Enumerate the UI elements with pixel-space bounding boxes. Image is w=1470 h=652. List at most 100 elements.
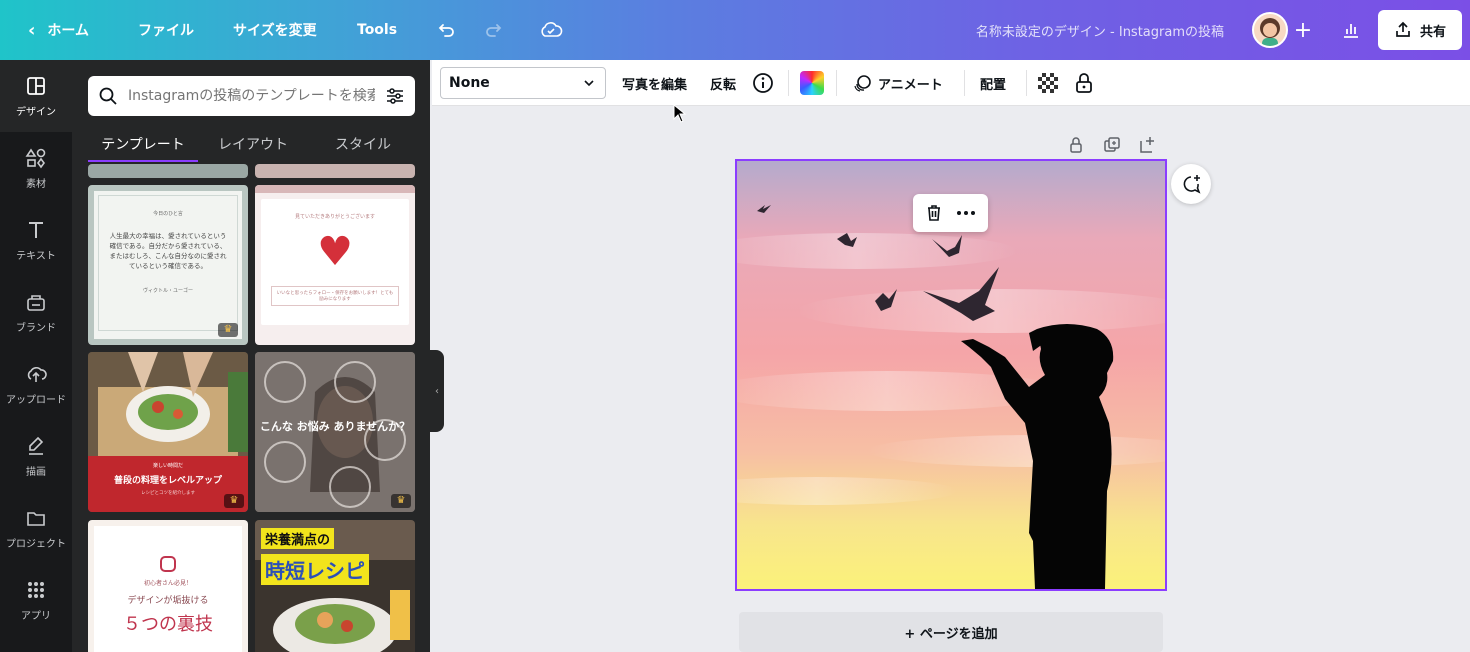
template-thumb-recipe[interactable]: 栄養満点の 時短レシピ: [255, 520, 415, 652]
transparency-icon[interactable]: [1038, 60, 1058, 106]
add-comment-button[interactable]: [1171, 164, 1211, 204]
search-input[interactable]: [128, 88, 375, 104]
template-text: 人生最大の幸福は、愛されているという確信である。自分だから愛されている、またはむ…: [109, 232, 227, 270]
rail-item-projects[interactable]: プロジェクト: [0, 492, 72, 564]
document-title[interactable]: 名称未設定のデザイン - Instagramの投稿: [976, 0, 1224, 60]
tab-templates[interactable]: テンプレート: [88, 126, 198, 162]
analytics-icon[interactable]: [1336, 15, 1366, 45]
flip-button[interactable]: 反転: [710, 60, 736, 106]
template-text: 普段の料理をレベルアップ: [113, 476, 222, 486]
rail-label: アップロード: [6, 394, 66, 406]
context-toolbar: None 写真を編集 反転 アニメート 配置: [432, 60, 1470, 106]
crown-icon: ♛: [391, 494, 411, 508]
template-thumb[interactable]: [88, 164, 248, 178]
avatar[interactable]: [1252, 12, 1288, 48]
share-icon: [1396, 21, 1410, 37]
font-select[interactable]: None: [440, 67, 606, 99]
color-picker[interactable]: [800, 60, 824, 106]
template-thumb-tips[interactable]: 初心者さん必見！ デザインが垢抜ける ５つの裏技: [88, 520, 248, 652]
collapse-panel-handle[interactable]: ‹: [430, 350, 444, 432]
file-menu[interactable]: ファイル: [138, 0, 194, 60]
divider: [964, 70, 965, 96]
template-text: 楽しい時間だ: [152, 463, 183, 469]
crown-icon: ♛: [218, 323, 238, 337]
template-text: 今日のひと言: [153, 211, 183, 217]
template-text: こんな お悩み ありませんか？: [259, 420, 411, 433]
template-thumb-heart[interactable]: 見ていただきありがとうございます ♥ いいなと思ったらフォロー・保存をお願いしま…: [255, 185, 415, 345]
redo-icon[interactable]: [478, 15, 508, 45]
tab-styles[interactable]: スタイル: [308, 126, 418, 162]
resize-menu[interactable]: サイズを変更: [233, 0, 317, 60]
rail-item-text[interactable]: テキスト: [0, 204, 72, 276]
filter-icon[interactable]: [385, 86, 405, 106]
rail-label: 素材: [26, 178, 46, 190]
template-thumb-quote[interactable]: 今日のひと言 人生最大の幸福は、愛されているという確信である。自分だから愛されて…: [88, 185, 248, 345]
chevron-left-icon: ‹: [28, 19, 36, 41]
templates-panel: テンプレート レイアウト スタイル 今日のひと言 人生最大の幸福は、愛されている…: [72, 60, 430, 652]
divider: [1026, 70, 1027, 96]
layout-icon: [27, 76, 45, 95]
rail-label: プロジェクト: [6, 538, 66, 550]
add-page-icon[interactable]: [1138, 135, 1158, 155]
home-button[interactable]: ‹ ホーム: [28, 0, 89, 60]
brand-icon: [27, 294, 45, 311]
rail-label: ブランド: [16, 322, 56, 334]
shapes-icon: [25, 148, 46, 168]
plus-icon[interactable]: +: [1288, 15, 1318, 45]
rail-item-apps[interactable]: アプリ: [0, 564, 72, 636]
chevron-down-icon: [584, 80, 594, 87]
template-text: デザインが垢抜ける: [127, 596, 209, 606]
rail-label: デザイン: [16, 106, 56, 118]
info-icon[interactable]: [752, 60, 774, 106]
edit-photo-button[interactable]: 写真を編集: [622, 60, 687, 106]
undo-icon[interactable]: [432, 15, 462, 45]
lock-page-icon[interactable]: [1066, 135, 1086, 155]
rail-item-brand[interactable]: ブランド: [0, 276, 72, 348]
lock-icon[interactable]: [1074, 60, 1094, 106]
template-text: ５つの裏技: [123, 614, 213, 635]
template-search[interactable]: [88, 76, 415, 116]
more-options-icon[interactable]: [955, 203, 977, 223]
template-thumb[interactable]: [255, 164, 415, 178]
rail-item-elements[interactable]: 素材: [0, 132, 72, 204]
tools-menu[interactable]: Tools: [357, 0, 397, 60]
template-text: 時短レシピ: [261, 554, 369, 585]
position-button[interactable]: 配置: [980, 60, 1006, 106]
rail-label: アプリ: [21, 610, 51, 622]
cloud-saved-icon[interactable]: [536, 15, 566, 45]
instagram-icon: [160, 556, 176, 572]
template-text: 初心者さん必見！: [143, 580, 192, 587]
rail-item-draw[interactable]: 描画: [0, 420, 72, 492]
template-thumb-worries[interactable]: こんな お悩み ありませんか？ ♛: [255, 352, 415, 512]
element-quick-actions: [913, 194, 988, 232]
add-page-button[interactable]: + ページを追加: [739, 612, 1163, 652]
animate-button[interactable]: アニメート: [852, 60, 943, 106]
rail-item-design[interactable]: デザイン: [0, 60, 72, 132]
tab-layouts[interactable]: レイアウト: [198, 126, 308, 162]
chevron-left-icon: ‹: [435, 385, 439, 397]
text-icon: [29, 221, 43, 238]
rail-item-uploads[interactable]: アップロード: [0, 348, 72, 420]
share-button[interactable]: 共有: [1378, 10, 1462, 50]
template-text: ヴィクトル・ユーゴー: [142, 288, 193, 294]
search-icon: [99, 87, 117, 105]
apps-icon: [28, 581, 44, 598]
animate-icon: [854, 75, 871, 92]
top-bar: ‹ ホーム ファイル サイズを変更 Tools 名称未設定のデザイン - Ins…: [0, 0, 1470, 60]
template-text: 見ていただきありがとうございます: [294, 214, 375, 220]
crown-icon: ♛: [224, 494, 244, 508]
folder-icon: [27, 511, 45, 526]
heart-icon: ♥: [317, 229, 353, 275]
duplicate-page-icon[interactable]: [1102, 135, 1122, 155]
animate-label: アニメート: [878, 77, 943, 93]
template-text: 栄養満点の: [261, 528, 335, 549]
template-thumb-cooking[interactable]: 楽しい時間だ 普段の料理をレベルアップ レシピとコツを紹介します ♛: [88, 352, 248, 512]
side-rail: デザイン 素材 テキスト ブランド アップロード 描画 プロジェクト アプリ: [0, 60, 72, 652]
template-text: いいなと思ったらフォロー・保存をお願いします！とても励みになります: [271, 286, 399, 306]
color-swatch-icon: [800, 71, 824, 95]
rail-label: テキスト: [16, 250, 56, 262]
trash-icon[interactable]: [924, 203, 944, 223]
mouse-cursor-icon: [673, 104, 687, 123]
divider: [836, 70, 837, 96]
font-select-value: None: [449, 75, 490, 91]
